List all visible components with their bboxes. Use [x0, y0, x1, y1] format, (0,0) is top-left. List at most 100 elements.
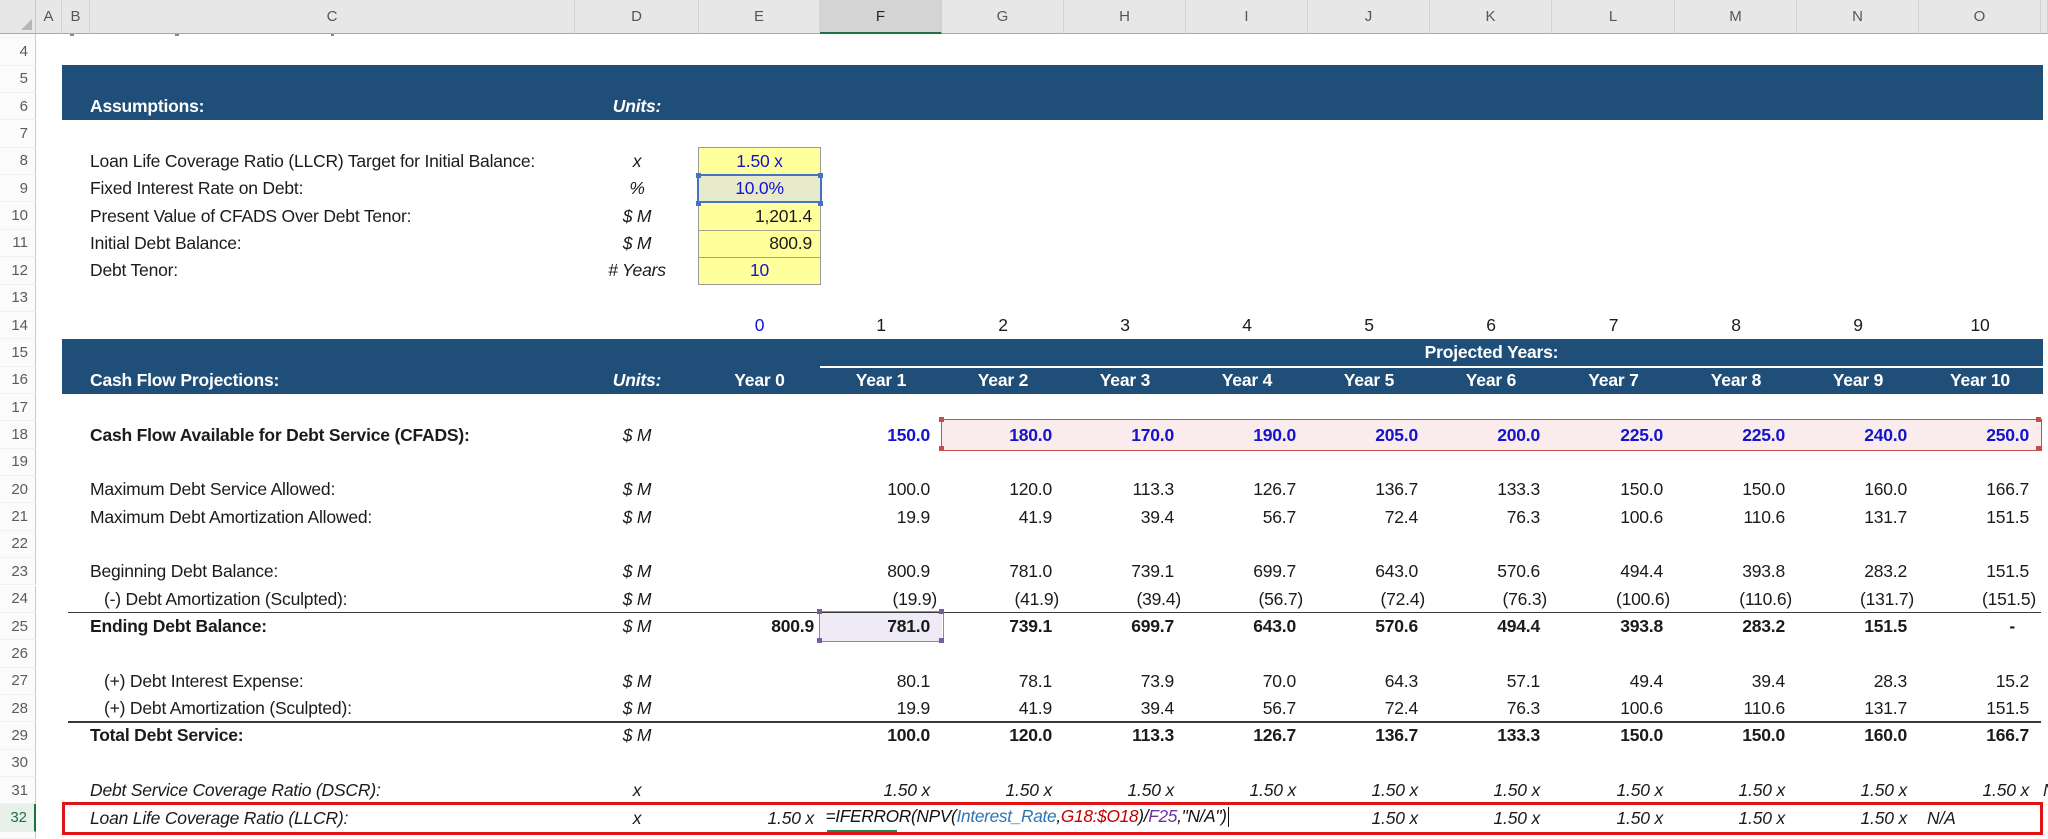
- value-O21[interactable]: 151.5: [1919, 503, 2041, 530]
- column-header-H[interactable]: H: [1064, 0, 1186, 34]
- row-header-33-clipped[interactable]: [0, 832, 36, 839]
- row-header-30[interactable]: 30: [0, 750, 36, 777]
- value-M28[interactable]: 110.6: [1675, 695, 1797, 722]
- line-unit-row24[interactable]: $ M: [575, 586, 699, 613]
- value-O23[interactable]: 151.5: [1919, 558, 2041, 585]
- value-F28[interactable]: 19.9: [820, 695, 942, 722]
- formula-edit-box[interactable]: =IFERROR(NPV(Interest_Rate,G18:$O18)/F25…: [822, 805, 1306, 828]
- value-O24[interactable]: (151.5): [1919, 586, 2041, 613]
- year-header-2[interactable]: Year 2: [942, 367, 1064, 394]
- line-label-row24[interactable]: (-) Debt Amortization (Sculpted):: [104, 586, 584, 613]
- value-L20[interactable]: 150.0: [1552, 476, 1675, 503]
- year-header-6[interactable]: Year 6: [1430, 367, 1552, 394]
- value-L24[interactable]: (100.6): [1552, 586, 1675, 613]
- value-H23[interactable]: 739.1: [1064, 558, 1186, 585]
- value-G20[interactable]: 120.0: [942, 476, 1064, 503]
- value-L31[interactable]: 1.50 x: [1552, 777, 1675, 804]
- value-I25[interactable]: 643.0: [1186, 613, 1308, 640]
- row-header-29[interactable]: 29: [0, 722, 36, 749]
- value-L28[interactable]: 100.6: [1552, 695, 1675, 722]
- period-number-10[interactable]: 10: [1919, 312, 2041, 339]
- row-header-6[interactable]: 6: [0, 93, 36, 120]
- value-J20[interactable]: 136.7: [1308, 476, 1430, 503]
- value-G29[interactable]: 120.0: [942, 722, 1064, 749]
- value-M25[interactable]: 283.2: [1675, 613, 1797, 640]
- value-I29[interactable]: 126.7: [1186, 722, 1308, 749]
- row-header-15[interactable]: 15: [0, 339, 36, 366]
- column-header-F[interactable]: F: [820, 0, 942, 34]
- assumption-value-row12[interactable]: 10: [699, 257, 820, 284]
- value-L25[interactable]: 393.8: [1552, 613, 1675, 640]
- line-label-row28[interactable]: (+) Debt Amortization (Sculpted):: [104, 695, 584, 722]
- value-K28[interactable]: 76.3: [1430, 695, 1552, 722]
- value-N28[interactable]: 131.7: [1797, 695, 1919, 722]
- line-label-row20[interactable]: Maximum Debt Service Allowed:: [90, 476, 570, 503]
- value-E25[interactable]: 800.9: [699, 613, 820, 640]
- year-header-7[interactable]: Year 7: [1552, 367, 1675, 394]
- period-number-9[interactable]: 9: [1797, 312, 1919, 339]
- value-K31[interactable]: 1.50 x: [1430, 777, 1552, 804]
- column-header-O[interactable]: O: [1919, 0, 2041, 34]
- line-unit-row28[interactable]: $ M: [575, 695, 699, 722]
- value-I24[interactable]: (56.7): [1186, 586, 1308, 613]
- value-O25[interactable]: -: [1919, 613, 2041, 640]
- assumption-label-row8[interactable]: Loan Life Coverage Ratio (LLCR) Target f…: [90, 148, 570, 175]
- value-M31[interactable]: 1.50 x: [1675, 777, 1797, 804]
- period-number-6[interactable]: 6: [1430, 312, 1552, 339]
- assumption-label-row9[interactable]: Fixed Interest Rate on Debt:: [90, 175, 570, 202]
- value-L29[interactable]: 150.0: [1552, 722, 1675, 749]
- line-label-row21[interactable]: Maximum Debt Amortization Allowed:: [90, 503, 570, 530]
- assumption-unit-row8[interactable]: x: [575, 148, 699, 175]
- column-header-C[interactable]: C: [90, 0, 575, 34]
- column-header-p-clipped[interactable]: [2041, 0, 2048, 34]
- value-F31[interactable]: 1.50 x: [820, 777, 942, 804]
- value-M24[interactable]: (110.6): [1675, 586, 1797, 613]
- value-G23[interactable]: 781.0: [942, 558, 1064, 585]
- line-label-row18[interactable]: Cash Flow Available for Debt Service (CF…: [90, 421, 570, 448]
- value-M27[interactable]: 39.4: [1675, 668, 1797, 695]
- value-G25[interactable]: 739.1: [942, 613, 1064, 640]
- value-K21[interactable]: 76.3: [1430, 503, 1552, 530]
- line-unit-row27[interactable]: $ M: [575, 668, 699, 695]
- row-header-28[interactable]: 28: [0, 695, 36, 722]
- value-J25[interactable]: 570.6: [1308, 613, 1430, 640]
- assumption-unit-row10[interactable]: $ M: [575, 202, 699, 229]
- row-header-10[interactable]: 10: [0, 202, 36, 229]
- row-header-14[interactable]: 14: [0, 312, 36, 339]
- assumptions-title[interactable]: Assumptions:: [90, 93, 570, 120]
- value-O28[interactable]: 151.5: [1919, 695, 2041, 722]
- assumption-label-row12[interactable]: Debt Tenor:: [90, 257, 570, 284]
- line-label-row31[interactable]: Debt Service Coverage Ratio (DSCR):: [90, 777, 570, 804]
- line-unit-row31[interactable]: x: [575, 777, 699, 804]
- period-number-2[interactable]: 2: [942, 312, 1064, 339]
- row-header-25[interactable]: 25: [0, 613, 36, 640]
- row-header-8[interactable]: 8: [0, 148, 36, 175]
- row-header-13[interactable]: 13: [0, 285, 36, 312]
- period-number-7[interactable]: 7: [1552, 312, 1675, 339]
- value-J28[interactable]: 72.4: [1308, 695, 1430, 722]
- value-F24[interactable]: (19.9): [820, 586, 942, 613]
- value-H25[interactable]: 699.7: [1064, 613, 1186, 640]
- line-unit-row21[interactable]: $ M: [575, 503, 699, 530]
- value-F23[interactable]: 800.9: [820, 558, 942, 585]
- assumption-unit-row12[interactable]: # Years: [575, 257, 699, 284]
- row-header-24[interactable]: 24: [0, 586, 36, 613]
- line-label-row27[interactable]: (+) Debt Interest Expense:: [104, 668, 584, 695]
- assumption-unit-row9[interactable]: %: [575, 175, 699, 202]
- column-header-E[interactable]: E: [699, 0, 820, 34]
- value-K25[interactable]: 494.4: [1430, 613, 1552, 640]
- year-header-3[interactable]: Year 3: [1064, 367, 1186, 394]
- column-header-B[interactable]: B: [62, 0, 90, 34]
- value-N31[interactable]: 1.50 x: [1797, 777, 1919, 804]
- cashflow-units-header[interactable]: Units:: [575, 367, 699, 394]
- assumptions-units-header[interactable]: Units:: [575, 93, 699, 120]
- value-G28[interactable]: 41.9: [942, 695, 1064, 722]
- period-number-4[interactable]: 4: [1186, 312, 1308, 339]
- value-K27[interactable]: 57.1: [1430, 668, 1552, 695]
- column-header-K[interactable]: K: [1430, 0, 1552, 34]
- row-header-4[interactable]: 4: [0, 38, 36, 65]
- period-number-3[interactable]: 3: [1064, 312, 1186, 339]
- value-J29[interactable]: 136.7: [1308, 722, 1430, 749]
- value-I27[interactable]: 70.0: [1186, 668, 1308, 695]
- value-N25[interactable]: 151.5: [1797, 613, 1919, 640]
